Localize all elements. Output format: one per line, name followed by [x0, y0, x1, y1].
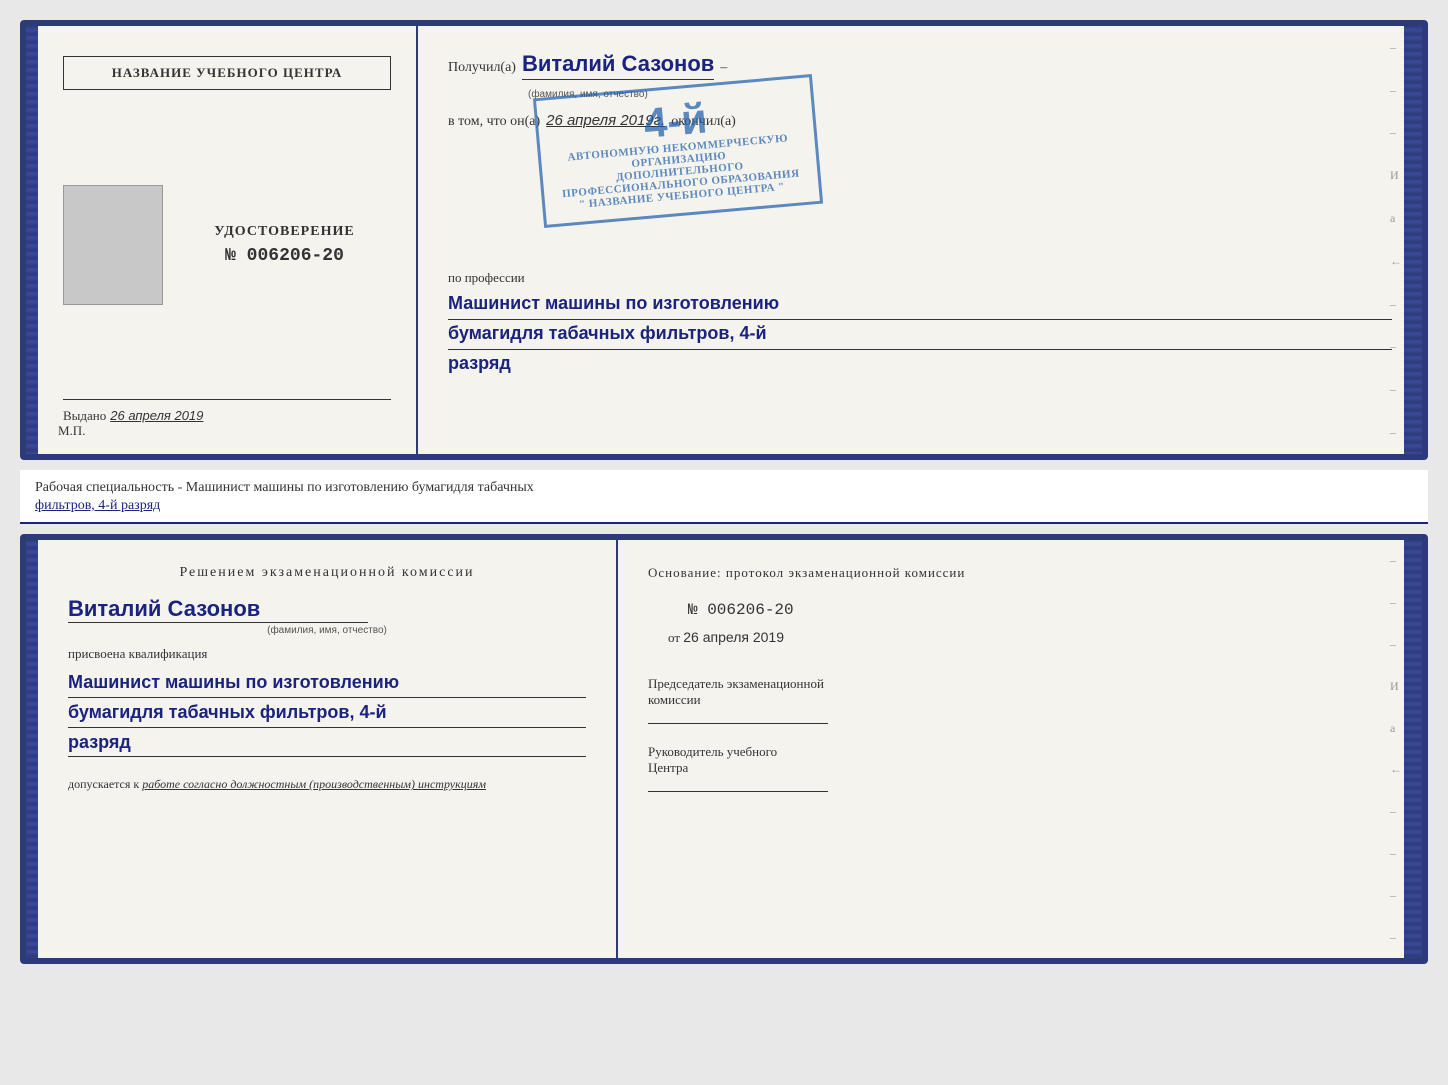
- protocol-date: от 26 апреля 2019: [668, 629, 1392, 646]
- photo-placeholder: [63, 185, 163, 305]
- profession-line3: разряд: [448, 350, 1392, 377]
- doc-spine-bottom-left: [26, 540, 38, 958]
- top-right-panel: Получил(а) Виталий Сазонов – (фамилия, и…: [418, 26, 1422, 454]
- side-dashes: – – – И а ← – – – –: [1390, 26, 1402, 454]
- bottom-name: Виталий Сазонов: [68, 596, 368, 623]
- qualification-label: присвоена квалификация: [68, 646, 586, 662]
- commission-chair-line1: Председатель экзаменационной: [648, 676, 1392, 692]
- bottom-name-section: Виталий Сазонов (фамилия, имя, отчество): [68, 596, 586, 636]
- mp-label: М.П.: [58, 423, 85, 439]
- cert-number: № 006206-20: [178, 246, 391, 266]
- commission-chair: Председатель экзаменационной комиссии: [648, 676, 1392, 708]
- issued-label: Выдано: [63, 408, 106, 424]
- qual-line3: разряд: [68, 728, 586, 758]
- top-left-panel: НАЗВАНИЕ УЧЕБНОГО ЦЕНТРА УДОСТОВЕРЕНИЕ №…: [38, 26, 418, 454]
- cert-label: УДОСТОВЕРЕНИЕ: [178, 224, 391, 240]
- bottom-right-panel: Основание: протокол экзаменационной коми…: [618, 540, 1422, 958]
- stamp-overlay: 4-й АВТОНОМНУЮ НЕКОММЕРЧЕСКУЮ ОРГАНИЗАЦИ…: [533, 74, 823, 228]
- center-head-line2: Центра: [648, 760, 1392, 776]
- commission-chair-line2: комиссии: [648, 692, 1392, 708]
- right-spine-top: [1404, 26, 1422, 454]
- bottom-document: Решением экзаменационной комиссии Витали…: [20, 534, 1428, 964]
- info-bar: Рабочая специальность - Машинист машины …: [20, 470, 1428, 524]
- center-head: Руководитель учебного Центра: [648, 744, 1392, 776]
- info-bar-underline: фильтров, 4-й разряд: [35, 498, 160, 513]
- signature-line-1: [648, 723, 828, 724]
- bottom-left-panel: Решением экзаменационной комиссии Витали…: [38, 540, 618, 958]
- profession-section: по профессии Машинист машины по изготовл…: [448, 270, 1392, 377]
- bottom-side-dashes: – – – И а ← – – – –: [1390, 540, 1402, 958]
- signature-line-2: [648, 791, 828, 792]
- protocol-date-value: 26 апреля 2019: [683, 629, 784, 645]
- issued-date-line: Выдано 26 апреля 2019: [63, 408, 391, 424]
- protocol-number: № 006206-20: [688, 601, 1392, 619]
- bottom-name-caption: (фамилия, имя, отчество): [68, 625, 586, 636]
- dash-separator: –: [720, 60, 727, 76]
- in-that-prefix: в том, что он(а): [448, 114, 540, 130]
- profession-line1: Машинист машины по изготовлению: [448, 290, 1392, 317]
- issued-date-value: 26 апреля 2019: [110, 408, 203, 423]
- right-spine-bottom: [1404, 540, 1422, 958]
- qual-line1: Машинист машины по изготовлению: [68, 668, 586, 698]
- stamp-number: 4-й: [642, 97, 709, 144]
- center-head-line1: Руководитель учебного: [648, 744, 1392, 760]
- recipient-line: Получил(а) Виталий Сазонов –: [448, 51, 1392, 80]
- top-document: НАЗВАНИЕ УЧЕБНОГО ЦЕНТРА УДОСТОВЕРЕНИЕ №…: [20, 20, 1428, 460]
- doc-spine-left: [26, 26, 38, 454]
- allowed-text: работе согласно должностным (производств…: [142, 777, 486, 791]
- info-bar-text: Рабочая специальность - Машинист машины …: [35, 480, 534, 495]
- recipient-name: Виталий Сазонов: [522, 51, 714, 80]
- cert-title-block: УДОСТОВЕРЕНИЕ № 006206-20: [178, 224, 391, 266]
- bottom-footer: допускается к работе согласно должностны…: [68, 777, 586, 792]
- page-wrapper: НАЗВАНИЕ УЧЕБНОГО ЦЕНТРА УДОСТОВЕРЕНИЕ №…: [20, 20, 1428, 964]
- basis-title: Основание: протокол экзаменационной коми…: [648, 565, 1392, 581]
- profession-label: по профессии: [448, 270, 1392, 286]
- training-center-header: НАЗВАНИЕ УЧЕБНОГО ЦЕНТРА: [63, 56, 391, 90]
- issued-section: Выдано 26 апреля 2019: [63, 399, 391, 424]
- profession-line2: бумагидля табачных фильтров, 4-й: [448, 320, 1392, 347]
- received-prefix: Получил(а): [448, 60, 516, 76]
- commission-title: Решением экзаменационной комиссии: [68, 565, 586, 581]
- date-prefix: от: [668, 630, 680, 645]
- qual-line2: бумагидля табачных фильтров, 4-й: [68, 698, 586, 728]
- allowed-prefix: допускается к: [68, 777, 139, 791]
- cert-middle-section: УДОСТОВЕРЕНИЕ № 006206-20: [63, 185, 391, 305]
